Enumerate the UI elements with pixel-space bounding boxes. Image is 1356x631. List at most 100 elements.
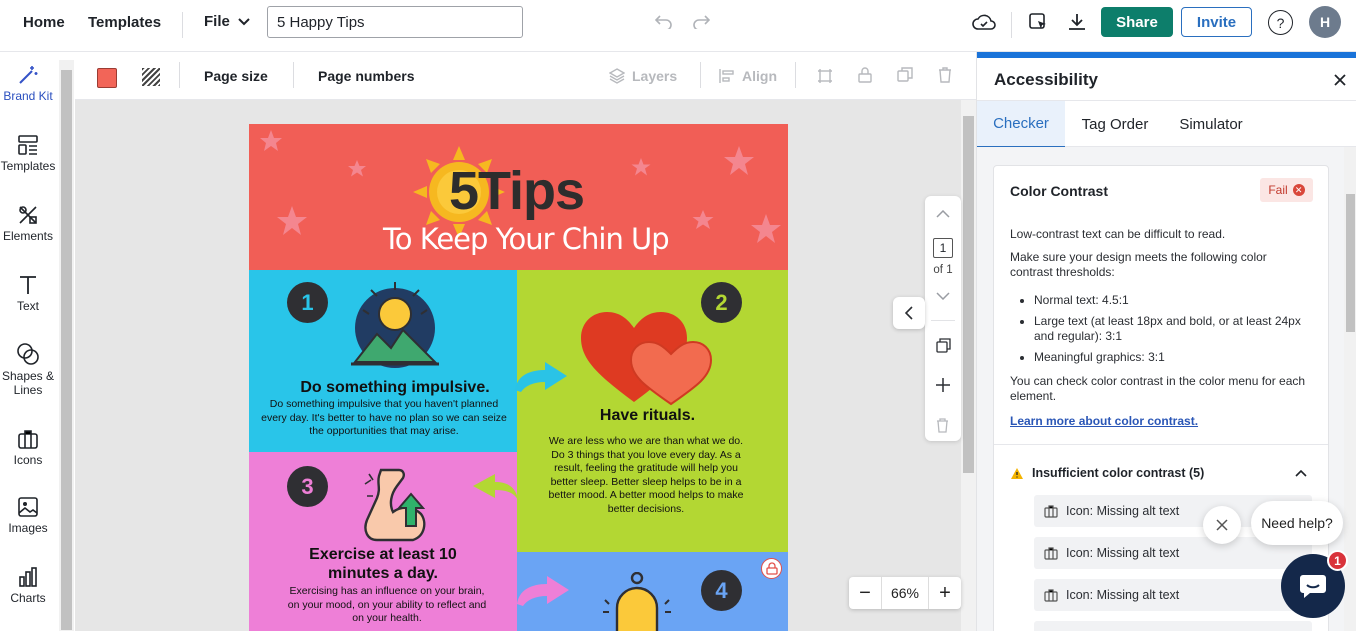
download-icon[interactable] (1066, 11, 1088, 33)
learn-more-link[interactable]: Learn more about color contrast. (1010, 414, 1198, 428)
sidebar-item-label: Images (8, 521, 48, 535)
top-bar: Home Templates File Share Invite ? H (0, 0, 1356, 52)
sidebar-item-charts[interactable]: Charts (0, 566, 56, 605)
help-button[interactable]: ? (1268, 10, 1293, 35)
tab-tag-order[interactable]: Tag Order (1071, 101, 1159, 148)
tip-2-heading[interactable]: Have rituals. (517, 407, 778, 425)
sidebar-item-shapes[interactable]: Shapes & Lines (0, 342, 56, 397)
tip-4-number: 4 (701, 570, 742, 611)
sidebar-item-images[interactable]: Images (0, 496, 56, 535)
divider (179, 62, 180, 88)
design-canvas[interactable]: 5Tips To Keep Your Chin Up 1 Do somethin… (75, 100, 961, 631)
bell-icon (603, 572, 671, 631)
sidebar-item-templates[interactable]: Templates (0, 134, 56, 173)
chevron-down-icon[interactable] (936, 292, 950, 300)
dismiss-help-button[interactable] (1203, 506, 1241, 544)
sidebar-item-icons[interactable]: Icons (0, 428, 56, 467)
zoom-in-button[interactable]: + (929, 577, 961, 609)
pattern-swatch[interactable] (142, 68, 160, 86)
sidebar-item-text[interactable]: Text (0, 274, 56, 313)
sidebar-item-label: Charts (10, 591, 46, 605)
thresholds-list: Normal text: 4.5:1 Large text (at least … (1034, 293, 1314, 371)
infographic-page[interactable]: 5Tips To Keep Your Chin Up 1 Do somethin… (249, 124, 788, 631)
align-button[interactable]: Align (719, 68, 777, 84)
scrollbar-thumb[interactable] (963, 116, 974, 473)
infographic-subtitle[interactable]: To Keep Your Chin Up (383, 222, 670, 256)
chart-icon (19, 567, 37, 587)
page-tools: 1 of 1 (925, 196, 961, 441)
sidebar-item-label: Shapes & Lines (1, 369, 55, 397)
file-menu-label: File (204, 13, 230, 30)
cloud-save-icon[interactable] (972, 11, 996, 33)
tab-checker[interactable]: Checker (977, 101, 1065, 148)
infographic-header[interactable]: 5Tips To Keep Your Chin Up (249, 124, 788, 270)
sunrise-mountain-icon (351, 282, 439, 368)
close-icon[interactable] (1332, 72, 1348, 88)
duplicate-page-icon[interactable] (936, 338, 951, 353)
lock-icon (765, 562, 778, 575)
sidebar-item-elements[interactable]: Elements (0, 204, 56, 243)
trash-icon[interactable] (936, 66, 954, 84)
briefcase-icon (18, 430, 38, 449)
canvas-scrollbar[interactable] (961, 100, 976, 631)
present-icon[interactable] (1027, 11, 1049, 33)
chevron-up-icon[interactable] (1295, 470, 1307, 477)
tip-1-panel[interactable]: 1 Do something impulsive. Do something i… (249, 270, 517, 452)
templates-icon (18, 135, 38, 155)
issues-section-header[interactable]: Insufficient color contrast (5) (1010, 466, 1204, 480)
checker-content: Color Contrast Fail ✕ Low-contrast text … (977, 147, 1345, 631)
avatar[interactable]: H (1309, 6, 1341, 38)
tip-1-body[interactable]: Do something impulsive that you haven't … (261, 398, 507, 439)
divider (994, 444, 1328, 445)
zoom-level[interactable]: 66% (881, 577, 929, 609)
scrollbar-thumb[interactable] (61, 70, 72, 630)
help-bubble[interactable]: Need help? (1251, 501, 1343, 545)
duplicate-icon[interactable] (896, 66, 914, 84)
file-menu[interactable]: File (204, 13, 250, 30)
zoom-control: − 66% + (849, 577, 961, 609)
lock-icon[interactable] (856, 66, 874, 84)
tip-2-panel[interactable]: 2 Have rituals. We are less who we are t… (517, 270, 788, 552)
share-button[interactable]: Share (1101, 7, 1173, 37)
align-icon (719, 69, 734, 83)
briefcase-icon (1044, 588, 1058, 602)
fill-color-swatch[interactable] (97, 68, 117, 88)
chevron-up-icon[interactable] (936, 210, 950, 218)
issue-label: Icon: Missing alt text (1066, 504, 1180, 518)
scrollbar-thumb[interactable] (1346, 194, 1355, 332)
tip-2-body[interactable]: We are less who we are than what we do. … (543, 435, 749, 516)
issues-title: Insufficient color contrast (5) (1032, 466, 1205, 480)
undo-icon[interactable] (654, 13, 674, 31)
title-number: 5 (449, 161, 479, 221)
tab-simulator[interactable]: Simulator (1167, 101, 1255, 148)
infographic-title[interactable]: 5Tips (449, 160, 585, 222)
crop-icon[interactable] (816, 67, 834, 85)
home-link[interactable]: Home (23, 14, 65, 31)
document-title-input[interactable] (267, 6, 523, 38)
page-number-box[interactable]: 1 (933, 238, 953, 258)
image-icon (18, 497, 38, 517)
redo-icon[interactable] (691, 13, 711, 31)
tip-3-heading[interactable]: Exercise at least 10 minutes a day. (279, 545, 487, 583)
add-page-icon[interactable] (936, 378, 950, 392)
lock-badge[interactable] (761, 558, 782, 579)
issue-row[interactable]: Icon: Missing alt text (1034, 579, 1312, 611)
zoom-out-button[interactable]: − (849, 577, 881, 609)
templates-link[interactable]: Templates (88, 14, 161, 31)
page-size-button[interactable]: Page size (204, 68, 268, 84)
sidebar-scrollbar[interactable] (59, 60, 74, 631)
tip-3-body[interactable]: Exercising has an influence on your brai… (287, 585, 487, 626)
layers-button[interactable]: Layers (609, 68, 677, 84)
tip-1-heading[interactable]: Do something impulsive. (249, 379, 541, 397)
briefcase-icon (1044, 504, 1058, 518)
page-numbers-button[interactable]: Page numbers (318, 68, 414, 84)
thresholds-intro: Make sure your design meets the followin… (1010, 250, 1267, 279)
collapse-panel-button[interactable] (893, 297, 925, 329)
sidebar-item-brand-kit[interactable]: Brand Kit (0, 64, 56, 103)
issue-row[interactable] (1034, 621, 1312, 631)
sidebar-item-label: Brand Kit (3, 89, 53, 103)
chat-icon (1300, 575, 1326, 598)
invite-button[interactable]: Invite (1181, 7, 1252, 37)
sidebar-item-label: Elements (2, 229, 54, 243)
delete-page-icon[interactable] (936, 418, 949, 433)
